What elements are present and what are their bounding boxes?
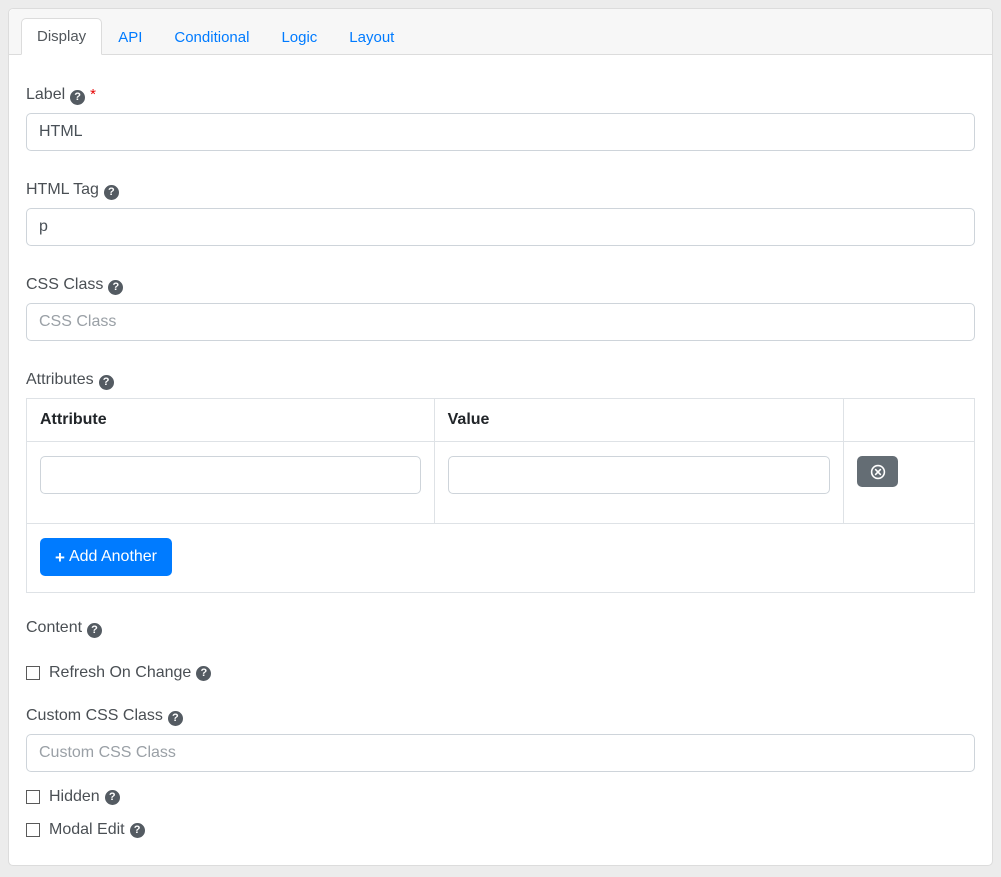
tab-display[interactable]: Display	[21, 18, 102, 55]
refresh-on-change-label: Refresh On Change	[49, 664, 191, 682]
help-icon[interactable]: ?	[196, 666, 211, 681]
component-edit-panel: Display API Conditional Logic Layout Lab…	[8, 8, 993, 866]
attribute-value-input[interactable]	[448, 456, 831, 494]
html-tag-field-group: HTML Tag?	[26, 180, 975, 246]
add-another-button[interactable]: +Add Another	[40, 538, 172, 576]
attributes-label-text: Attributes	[26, 371, 94, 388]
modal-edit-label: Modal Edit	[49, 821, 125, 839]
custom-css-class-field-group: Custom CSS Class?	[26, 706, 975, 772]
label-field-group: Label? *	[26, 85, 975, 151]
help-icon[interactable]: ?	[104, 185, 119, 200]
hidden-row: Hidden?	[26, 788, 975, 806]
help-icon[interactable]: ?	[108, 280, 123, 295]
actions-column-header	[844, 399, 975, 442]
label-input[interactable]	[26, 113, 975, 151]
custom-css-class-label-text: Custom CSS Class	[26, 707, 163, 724]
html-tag-input[interactable]	[26, 208, 975, 246]
attribute-column-header: Attribute	[27, 399, 435, 442]
attributes-table-header-row: Attribute Value	[27, 399, 975, 442]
content-label-text: Content	[26, 619, 82, 636]
attribute-key-input[interactable]	[40, 456, 421, 494]
attributes-field-group: Attributes? Attribute Value	[26, 370, 975, 593]
css-class-label-text: CSS Class	[26, 276, 103, 293]
value-cell	[434, 442, 844, 524]
attribute-cell	[27, 442, 435, 524]
required-asterisk: *	[90, 86, 96, 103]
tab-bar: Display API Conditional Logic Layout	[9, 9, 992, 55]
attributes-field-label: Attributes?	[26, 370, 975, 390]
times-circle-icon	[870, 464, 886, 480]
tab-api[interactable]: API	[102, 19, 158, 55]
modal-edit-checkbox[interactable]	[26, 823, 40, 837]
css-class-input[interactable]	[26, 303, 975, 341]
tab-panel-display: Label? * HTML Tag? CSS Class? Attributes?	[9, 55, 992, 859]
html-tag-field-label: HTML Tag?	[26, 180, 975, 200]
tab-logic[interactable]: Logic	[265, 19, 333, 55]
label-field-label-text: Label	[26, 86, 65, 103]
help-icon[interactable]: ?	[168, 711, 183, 726]
attributes-table-footer-row: +Add Another	[27, 524, 975, 593]
tab-layout[interactable]: Layout	[333, 19, 410, 55]
label-field-label: Label? *	[26, 85, 975, 105]
help-icon[interactable]: ?	[87, 623, 102, 638]
help-icon[interactable]: ?	[105, 790, 120, 805]
refresh-on-change-row: Refresh On Change?	[26, 664, 975, 682]
help-icon[interactable]: ?	[99, 375, 114, 390]
css-class-field-label: CSS Class?	[26, 275, 975, 295]
tab-conditional[interactable]: Conditional	[158, 19, 265, 55]
hidden-checkbox[interactable]	[26, 790, 40, 804]
add-another-cell: +Add Another	[27, 524, 975, 593]
actions-cell	[844, 442, 975, 524]
refresh-on-change-checkbox[interactable]	[26, 666, 40, 680]
modal-edit-row: Modal Edit?	[26, 821, 975, 839]
attributes-table-row	[27, 442, 975, 524]
remove-row-button[interactable]	[857, 456, 898, 487]
add-another-button-label: Add Another	[69, 548, 157, 566]
plus-icon: +	[55, 549, 65, 566]
help-icon[interactable]: ?	[130, 823, 145, 838]
css-class-field-group: CSS Class?	[26, 275, 975, 341]
attributes-table: Attribute Value	[26, 398, 975, 593]
custom-css-class-input[interactable]	[26, 734, 975, 772]
hidden-label: Hidden	[49, 788, 100, 806]
help-icon[interactable]: ?	[70, 90, 85, 105]
html-tag-label-text: HTML Tag	[26, 181, 99, 198]
content-field-group: Content?	[26, 618, 975, 638]
custom-css-class-field-label: Custom CSS Class?	[26, 706, 975, 726]
content-field-label: Content?	[26, 618, 975, 638]
value-column-header: Value	[434, 399, 844, 442]
